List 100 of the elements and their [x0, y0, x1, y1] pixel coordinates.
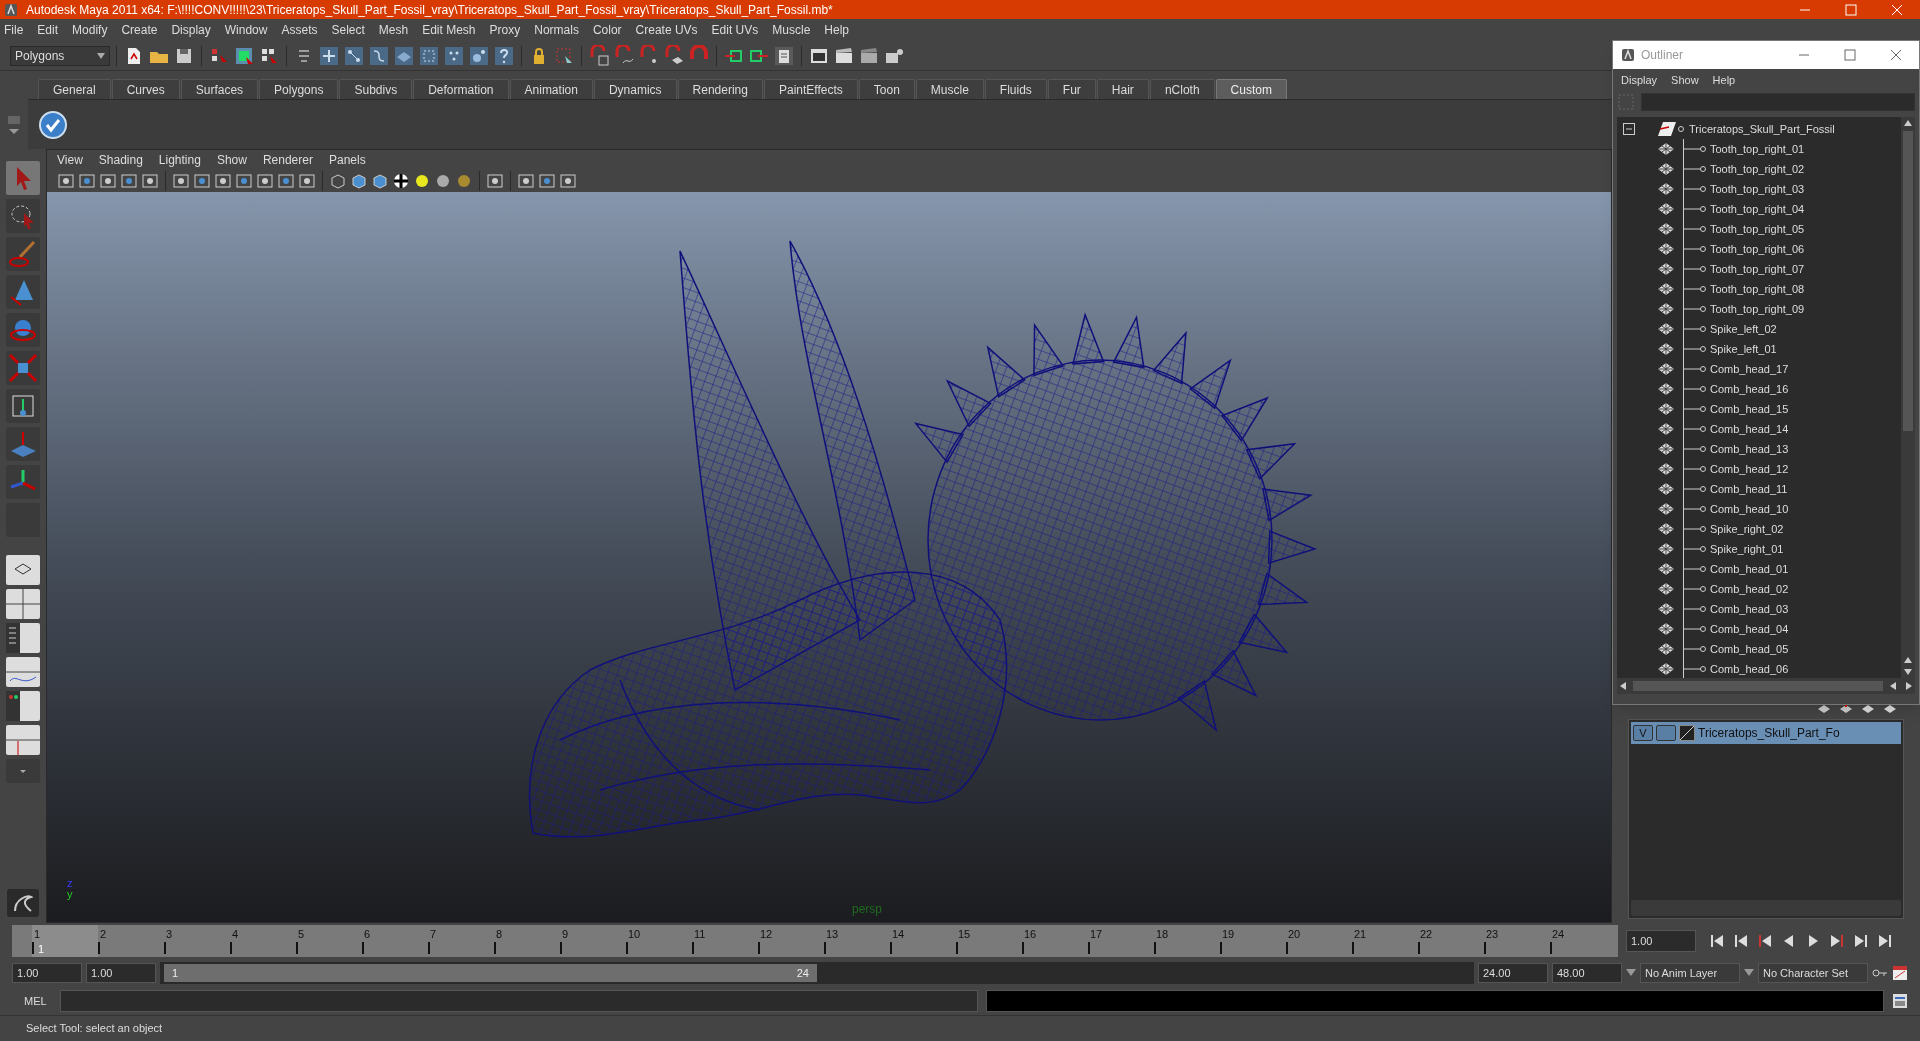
playback-end-field[interactable]: 24.00	[1478, 963, 1548, 983]
outliner-item[interactable]: Comb_head_02	[1710, 580, 1789, 598]
shelf-tab[interactable]: Animation	[509, 79, 593, 99]
shelf-tab[interactable]: Muscle	[915, 79, 984, 99]
snap-curve-icon[interactable]	[343, 44, 365, 67]
menu-item[interactable]: Help	[824, 21, 849, 39]
outliner-item[interactable]: Comb_head_10	[1710, 500, 1789, 518]
snap-surface-icon[interactable]	[393, 44, 415, 67]
viewport-menu-item[interactable]: Panels	[328, 151, 366, 169]
shelf-tab[interactable]: Surfaces	[180, 79, 259, 99]
script-editor-icon[interactable]	[1892, 993, 1908, 1009]
checker-icon[interactable]	[392, 172, 410, 190]
shelf-tab[interactable]: Curves	[111, 79, 180, 99]
range-slider[interactable]: 1 24	[164, 964, 817, 982]
outliner-item[interactable]: Spike_right_01	[1710, 540, 1784, 558]
help-icon[interactable]	[493, 44, 515, 67]
shelf-tab[interactable]: Fur	[1047, 79, 1096, 99]
shelf-tab[interactable]: PaintEffects	[763, 79, 858, 99]
magnet-grid-icon[interactable]	[588, 44, 610, 67]
shelf-tab[interactable]: nCloth	[1149, 79, 1215, 99]
menu-item[interactable]: Window	[224, 21, 268, 39]
menu-item[interactable]: Help	[1712, 71, 1736, 89]
axes-icon[interactable]	[6, 465, 40, 499]
lasso-select-icon[interactable]	[6, 199, 40, 233]
menu-item[interactable]: Edit Mesh	[422, 21, 476, 39]
command-input-field[interactable]	[60, 990, 978, 1012]
outliner-item[interactable]: Tooth_top_right_01	[1710, 140, 1805, 158]
visibility-toggle[interactable]: V	[1633, 725, 1653, 741]
shelf-tab[interactable]: Hair	[1096, 79, 1149, 99]
layer-color-icon[interactable]	[1679, 725, 1695, 741]
skip-to-end-icon[interactable]	[1876, 932, 1894, 950]
shelf-tab[interactable]: Custom	[1215, 79, 1287, 99]
viewport-menu-item[interactable]: Show	[216, 151, 247, 169]
outliner-item[interactable]: Tooth_top_right_06	[1710, 240, 1805, 258]
shelf-tab[interactable]: Rendering	[677, 79, 763, 99]
key-icon[interactable]	[1872, 968, 1888, 978]
shadow-light-icon[interactable]	[455, 172, 473, 190]
checkmark-icon[interactable]	[38, 109, 68, 140]
outliner-item[interactable]: Spike_right_02	[1710, 520, 1784, 538]
playback-toggle[interactable]	[1656, 725, 1676, 741]
sphere-brush-icon[interactable]	[468, 44, 490, 67]
outliner-item[interactable]: Comb_head_17	[1710, 360, 1789, 378]
skip-to-start-icon[interactable]	[1708, 932, 1726, 950]
outliner-item[interactable]: Tooth_top_right_08	[1710, 280, 1805, 298]
outliner-layout-icon[interactable]	[6, 623, 40, 653]
outliner-item[interactable]: Comb_head_15	[1710, 400, 1789, 418]
horizontal-scrollbar[interactable]	[1617, 678, 1915, 694]
menu-item[interactable]: File	[4, 21, 24, 39]
outliner-item[interactable]: Triceratops_Skull_Part_Fossil	[1689, 120, 1835, 138]
outliner-item[interactable]: Tooth_top_right_04	[1710, 200, 1805, 218]
outliner-item[interactable]: Comb_head_04	[1710, 620, 1789, 638]
viewport-menu-item[interactable]: Lighting	[158, 151, 201, 169]
shelf-tab[interactable]: Dynamics	[593, 79, 677, 99]
outliner-item[interactable]: Comb_head_03	[1710, 600, 1789, 618]
outliner-item[interactable]: Comb_head_06	[1710, 660, 1789, 678]
outliner-item[interactable]: Comb_head_05	[1710, 640, 1789, 658]
menu-item[interactable]: Create UVs	[635, 21, 698, 39]
outliner-item[interactable]: Tooth_top_right_03	[1710, 180, 1805, 198]
collapse-icon[interactable]	[1623, 123, 1635, 135]
previous-key-icon[interactable]	[1756, 932, 1774, 950]
viewport-menu-item[interactable]: View	[57, 151, 83, 169]
time-slider[interactable]: 1 1 2 3 4 5 6 7 8 9 10 11 12 13 14 15 16 17 18 19 20 21 22 23 24	[12, 925, 1618, 957]
hypershade-layout-icon[interactable]	[6, 691, 40, 721]
snap-grid-icon[interactable]	[318, 44, 340, 67]
outliner-item[interactable]: Comb_head_16	[1710, 380, 1789, 398]
outliner-item[interactable]: Tooth_top_right_02	[1710, 160, 1805, 178]
shelf-menu-icon[interactable]	[6, 114, 22, 136]
menu-item[interactable]: Display	[171, 21, 211, 39]
single-view-layout-icon[interactable]	[6, 555, 40, 585]
scale-box-icon[interactable]	[6, 389, 40, 423]
menu-item[interactable]: Mesh	[378, 21, 409, 39]
step-forward-icon[interactable]	[1852, 932, 1870, 950]
mode-dropdown[interactable]: Polygons	[10, 45, 110, 66]
shelf-tab[interactable]: Subdivs	[339, 79, 413, 99]
smooth-cube-icon[interactable]	[350, 172, 368, 190]
cube-arrows-icon[interactable]	[6, 351, 40, 385]
history-icon[interactable]	[773, 44, 795, 67]
outliner-item[interactable]: Tooth_top_right_05	[1710, 220, 1805, 238]
menu-item[interactable]: Modify	[72, 21, 108, 39]
outliner-item[interactable]: Spike_left_01	[1710, 340, 1777, 358]
paint-brush-icon[interactable]	[6, 237, 40, 271]
end-time-field[interactable]: 48.00	[1552, 963, 1622, 983]
shaded-cube-icon[interactable]	[371, 172, 389, 190]
wireframe-cube-icon[interactable]	[329, 172, 347, 190]
shelf-tab[interactable]: General	[38, 79, 111, 99]
shelf-tab[interactable]: Deformation	[413, 79, 509, 99]
live-surface-icon[interactable]	[443, 44, 465, 67]
outliner-item[interactable]: Comb_head_11	[1710, 480, 1788, 498]
magnet-plane-icon[interactable]	[663, 44, 685, 67]
preferences-icon[interactable]	[1892, 965, 1908, 981]
next-key-icon[interactable]	[1828, 932, 1846, 950]
shelf-tab[interactable]: Toon	[858, 79, 915, 99]
menu-item[interactable]: Edit UVs	[711, 21, 759, 39]
search-field[interactable]	[1641, 93, 1915, 111]
sphere-rotate-icon[interactable]	[6, 313, 40, 347]
playback-start-field[interactable]: 1.00	[86, 963, 156, 983]
step-back-icon[interactable]	[1732, 932, 1750, 950]
anim-layer-dropdown[interactable]: No Anim Layer	[1640, 963, 1740, 983]
all-lights-icon[interactable]	[434, 172, 452, 190]
menu-item[interactable]: Select	[331, 21, 365, 39]
